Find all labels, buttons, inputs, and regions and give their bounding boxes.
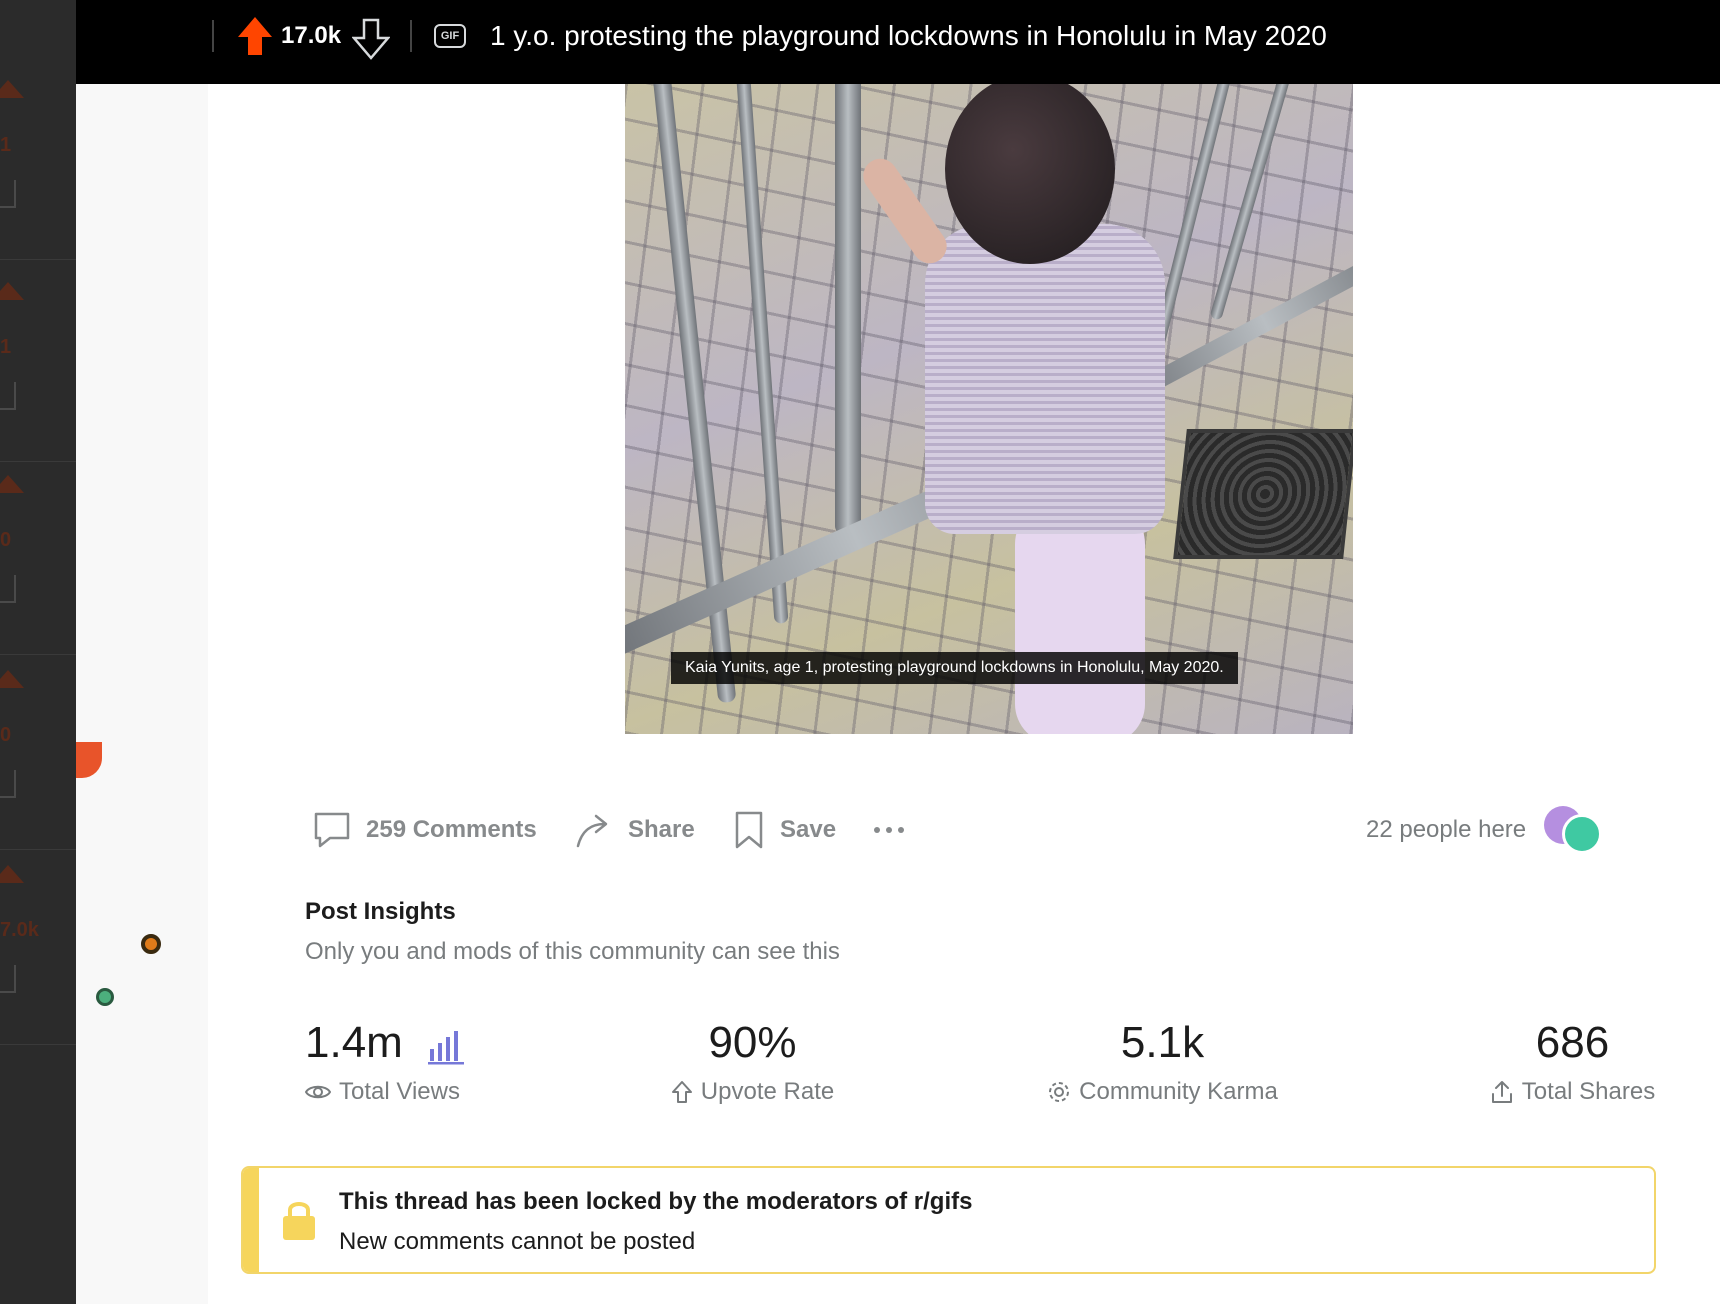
online-avatars — [1544, 806, 1614, 856]
stat-label-row: Total Shares — [1485, 1078, 1660, 1106]
feed-vote-column: 0 — [0, 650, 76, 850]
feed-score: 1 — [0, 336, 12, 358]
barricade-bar — [1209, 84, 1293, 321]
ellipsis-icon — [898, 827, 904, 833]
karma-icon — [1049, 1082, 1070, 1102]
feed-vote-column: 1 — [0, 60, 76, 260]
decorative-dot — [96, 988, 114, 1006]
locked-subtitle: New comments cannot be posted — [339, 1228, 696, 1255]
divider — [212, 20, 214, 52]
stat-value: 90% — [708, 1018, 797, 1067]
stat-label-row: Upvote Rate — [665, 1078, 840, 1106]
bookmark-icon — [735, 811, 763, 849]
stat-total-views: 1.4m Total Views — [305, 1018, 467, 1106]
stat-value: 1.4m — [305, 1018, 403, 1067]
upvote-icon — [0, 475, 24, 493]
overlay-gutter — [76, 84, 208, 1304]
stat-upvote-rate: 90% Upvote Rate — [665, 1018, 840, 1106]
downvote-icon — [0, 382, 16, 410]
comments-button[interactable]: 259 Comments — [312, 800, 537, 860]
upvote-outline-icon — [671, 1081, 692, 1103]
stat-label: Total Shares — [1521, 1078, 1656, 1105]
feed-score: 7.0k — [0, 919, 39, 941]
overlay-right-edge — [1690, 84, 1720, 1304]
storm-drain — [1173, 429, 1353, 559]
banner-accent-stripe — [243, 1168, 259, 1272]
downvote-icon — [0, 965, 16, 993]
post-score: 17.0k — [281, 22, 342, 49]
stat-total-shares: 686 Total Shares — [1485, 1018, 1660, 1106]
stat-label-row: Total Views — [305, 1078, 467, 1106]
stat-community-karma: 5.1k Community Karma — [1040, 1018, 1285, 1106]
lock-icon — [283, 1202, 315, 1240]
upvote-icon — [0, 865, 24, 883]
decorative-dot — [141, 934, 161, 954]
feed-vote-column: 1 — [0, 262, 76, 462]
more-options-button[interactable] — [874, 800, 910, 860]
save-label: Save — [780, 816, 837, 843]
downvote-icon — [0, 575, 16, 603]
share-label: Share — [628, 816, 695, 843]
downvote-icon[interactable] — [352, 18, 390, 60]
downvote-icon — [0, 770, 16, 798]
divider — [410, 20, 412, 52]
post-top-bar: 17.0k GIF 1 y.o. protesting the playgrou… — [76, 0, 1720, 84]
feed-vote-column: 7.0k — [0, 845, 76, 1045]
stat-label: Community Karma — [1079, 1078, 1278, 1105]
ellipsis-icon — [886, 827, 892, 833]
stat-value-row: 1.4m — [305, 1018, 467, 1068]
post-media-gif[interactable]: Kaia Yunits, age 1, protesting playgroun… — [625, 84, 1353, 734]
gif-badge: GIF — [434, 24, 466, 48]
stat-label-row: Community Karma — [1040, 1078, 1285, 1106]
feed-score: 0 — [0, 529, 12, 551]
child-figure — [925, 224, 1165, 534]
post-title: 1 y.o. protesting the playground lockdow… — [490, 20, 1327, 51]
upvote-icon — [0, 80, 24, 98]
barricade-bar — [735, 84, 789, 624]
child-figure — [856, 152, 954, 270]
insights-title: Post Insights — [305, 898, 456, 925]
insights-subtitle: Only you and mods of this community can … — [305, 938, 840, 965]
people-here-count: 22 people here — [1366, 816, 1527, 843]
save-button[interactable]: Save — [732, 800, 836, 860]
feed-score: 0 — [0, 724, 12, 746]
ellipsis-icon — [874, 827, 880, 833]
upvote-icon — [0, 670, 24, 688]
feed-score: 1 — [0, 134, 12, 156]
upvote-icon[interactable] — [236, 15, 274, 57]
upvote-icon — [0, 282, 24, 300]
feed-vote-column: 0 — [0, 455, 76, 655]
views-chart-icon[interactable] — [427, 1025, 467, 1065]
share-arrow-icon — [576, 814, 608, 848]
share-button[interactable]: Share — [574, 800, 695, 860]
media-caption: Kaia Yunits, age 1, protesting playgroun… — [671, 652, 1238, 684]
downvote-icon — [0, 180, 16, 208]
barricade-bar — [835, 84, 861, 534]
stat-label: Upvote Rate — [700, 1078, 835, 1105]
background-feed: 1 1 0 0 7.0k — [0, 0, 76, 1304]
eye-icon — [305, 1085, 331, 1099]
locked-thread-banner: This thread has been locked by the moder… — [241, 1166, 1656, 1274]
stat-value: 5.1k — [1120, 1018, 1205, 1067]
locked-title: This thread has been locked by the moder… — [339, 1188, 973, 1215]
comment-bubble-icon — [314, 812, 350, 848]
child-figure — [1015, 504, 1145, 734]
stat-value: 686 — [1535, 1018, 1610, 1067]
avatar — [1562, 814, 1602, 854]
stat-label: Total Views — [339, 1078, 460, 1105]
share-upload-icon — [1491, 1081, 1512, 1103]
comments-label: 259 Comments — [366, 816, 537, 843]
